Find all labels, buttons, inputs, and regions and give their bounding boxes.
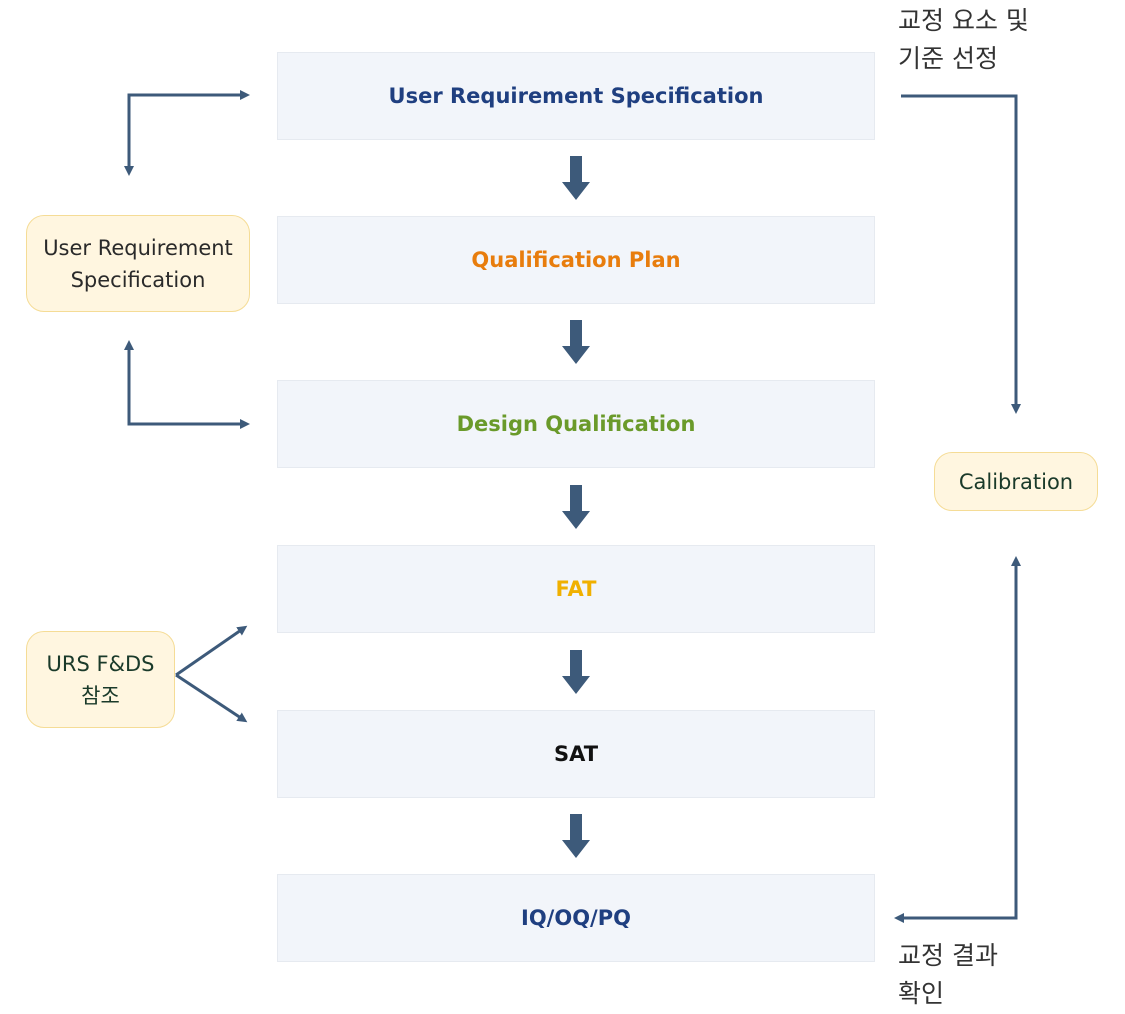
step-fat: FAT [277, 545, 875, 633]
side-label: Calibration [958, 469, 1074, 494]
arrow-fds-to-sat [175, 673, 248, 723]
step-design-qualification: Design Qualification [277, 380, 875, 468]
side-box-urs: User Requirement Specification [26, 215, 250, 312]
side-box-calibration: Calibration [934, 452, 1098, 511]
side-label: URS F&DS 참조 [46, 651, 155, 708]
down-arrow-1 [562, 156, 590, 200]
arrow-dq-loop [127, 344, 250, 429]
arrow-to-calibration [901, 94, 1021, 414]
step-qualification-plan: Qualification Plan [277, 216, 875, 304]
step-label: Qualification Plan [471, 248, 681, 272]
down-arrow-5 [562, 814, 590, 858]
step-label: User Requirement Specification [388, 84, 764, 108]
step-label: SAT [553, 742, 599, 766]
step-iq-oq-pq: IQ/OQ/PQ [277, 874, 875, 962]
down-arrow-2 [562, 320, 590, 364]
step-urs: User Requirement Specification [277, 52, 875, 140]
down-arrow-4 [562, 650, 590, 694]
step-label: Design Qualification [456, 412, 696, 436]
side-box-urs-fds: URS F&DS 참조 [26, 631, 175, 728]
step-label: IQ/OQ/PQ [521, 906, 631, 930]
arrow-urs-loop-top [127, 90, 250, 170]
note-calibration-criteria: 교정 요소 및 기준 선정 [898, 6, 1029, 73]
qualification-flow-diagram: User Requirement Specification Qualifica… [0, 0, 1125, 1014]
down-arrow-3 [562, 485, 590, 529]
side-label: User Requirement Specification [43, 235, 233, 292]
arrow-to-iqoqpq [894, 600, 1018, 923]
arrow-fds-to-fat [175, 625, 248, 677]
step-sat: SAT [277, 710, 875, 798]
note-calibration-result: 교정 결과 확인 [898, 941, 998, 1008]
step-label: FAT [555, 577, 597, 601]
